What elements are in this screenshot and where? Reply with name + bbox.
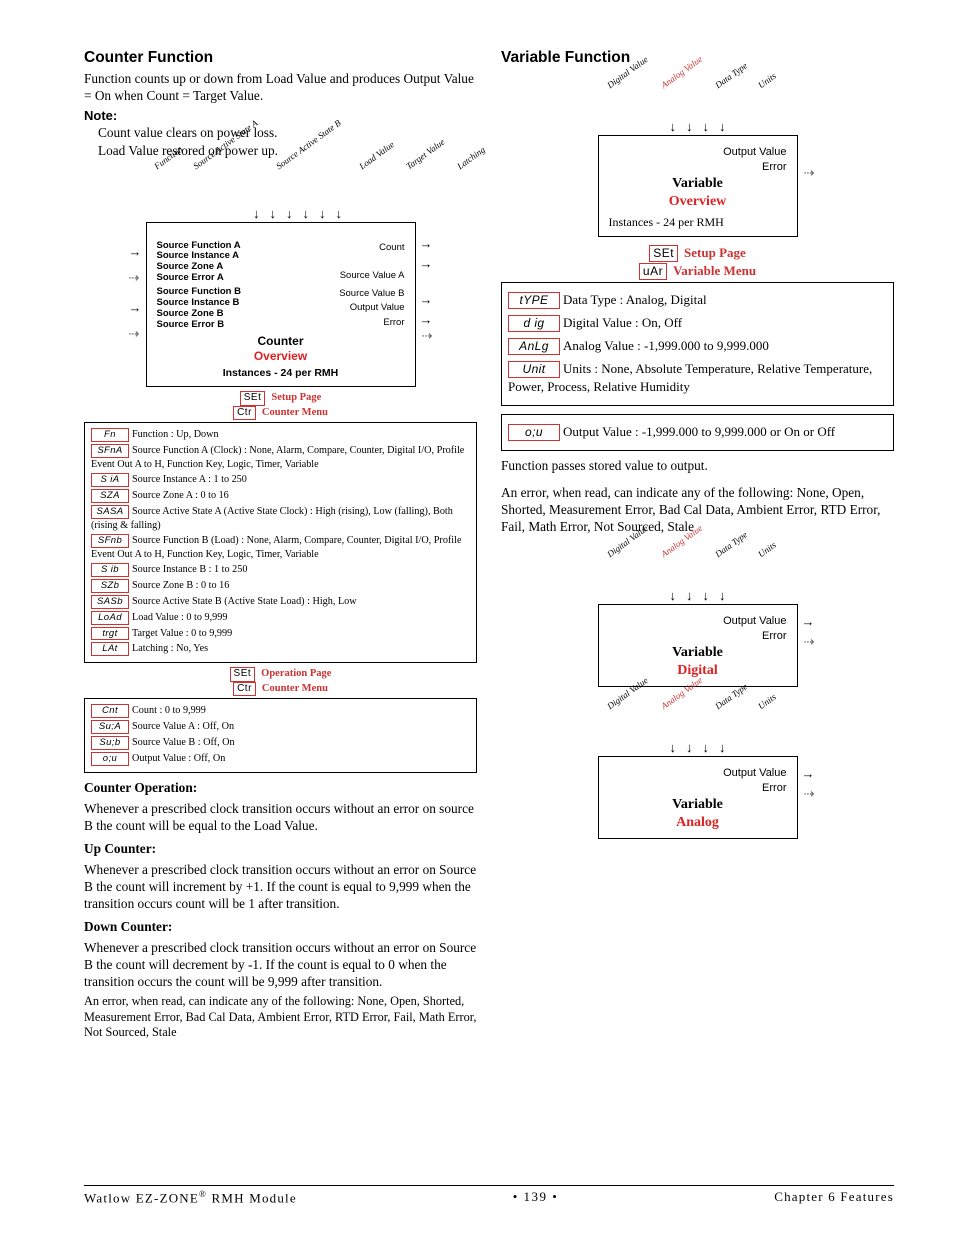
counter-op-title: Counter Operation: xyxy=(84,779,477,796)
up-counter-title: Up Counter: xyxy=(84,840,477,857)
footer-left: Watlow EZ-ZONE® RMH Module xyxy=(84,1189,297,1207)
operation-page-link: SEt Operation Page xyxy=(84,667,477,682)
note-label: Note: xyxy=(84,108,477,125)
counter-setup-params: FnFunction : Up, Down SFnASource Functio… xyxy=(84,422,477,663)
counter-function-section: Counter Function Function counts up or d… xyxy=(84,48,477,1045)
variable-function-section: Variable Function Digital Value Analog V… xyxy=(501,48,894,1045)
note1: Count value clears on power loss. xyxy=(98,124,477,141)
counter-desc: Function counts up or down from Load Val… xyxy=(84,70,477,104)
footer-right: Chapter 6 Features xyxy=(774,1189,894,1207)
page-footer: Watlow EZ-ZONE® RMH Module • 139 • Chapt… xyxy=(84,1185,894,1207)
setup-page-link: SEt Setup Page xyxy=(84,391,477,406)
registered-icon: ® xyxy=(199,1189,207,1199)
page-number: • 139 • xyxy=(513,1189,559,1207)
counter-overview-diagram: Function Source Active State A Source Ac… xyxy=(146,207,416,388)
variable-overview-diagram: Digital Value Analog Value Data Type Uni… xyxy=(598,120,798,237)
counter-oper-params: CntCount : 0 to 9,999 Su;ASource Value A… xyxy=(84,698,477,773)
variable-setup-params: tYPEData Type : Analog, Digital d igDigi… xyxy=(501,282,894,406)
counter-title: Counter Function xyxy=(84,48,477,68)
variable-analog-diagram: Digital Value Analog Value Data Type Uni… xyxy=(598,741,798,839)
down-counter-title: Down Counter: xyxy=(84,918,477,935)
variable-digital-diagram: Digital Value Analog Value Data Type Uni… xyxy=(598,589,798,687)
variable-oper-params: o;uOutput Value : -1,999.000 to 9,999.00… xyxy=(501,414,894,451)
arrow-down-icon: ↓ xyxy=(253,207,260,220)
counter-menu-link: Ctr Counter Menu xyxy=(84,406,477,421)
arrow-right-icon: → xyxy=(129,245,142,258)
